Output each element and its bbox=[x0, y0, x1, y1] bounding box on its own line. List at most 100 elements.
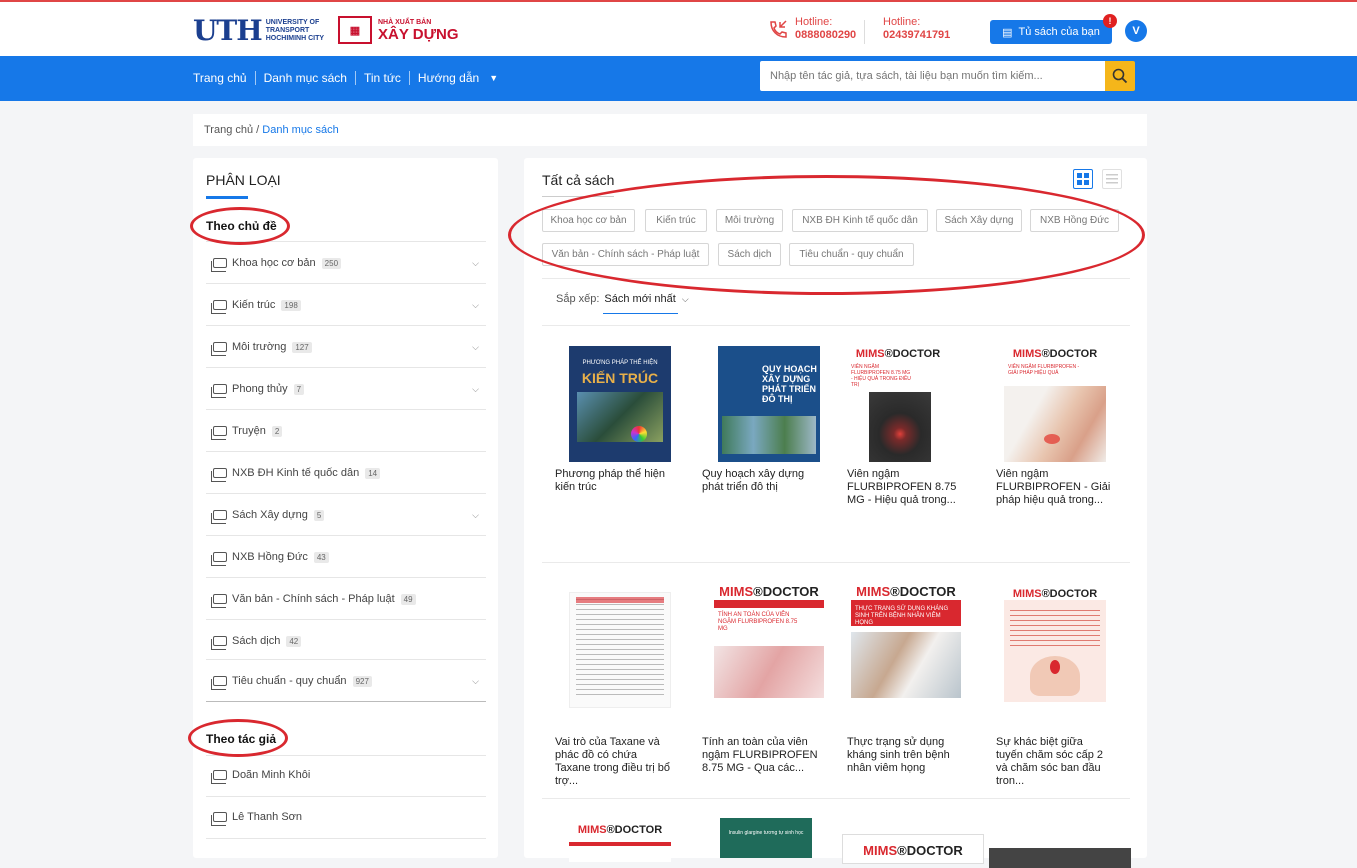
chevron-down-icon[interactable]: ⌵ bbox=[472, 342, 479, 353]
chevron-down-icon[interactable]: ⌵ bbox=[472, 510, 479, 521]
nav-separator bbox=[408, 71, 410, 85]
category-item[interactable]: NXB ĐH Kinh tế quốc dân 14 bbox=[211, 463, 485, 483]
nav-guide[interactable]: Hướng dẫn bbox=[418, 71, 479, 85]
book-cover[interactable]: MIMS®DOCTOR bbox=[569, 822, 671, 862]
caret-down-icon[interactable]: ▼ bbox=[489, 73, 498, 83]
folder-icon bbox=[211, 258, 227, 272]
book-cover[interactable]: MIMS®DOCTOR bbox=[1004, 586, 1106, 702]
annotation-oval bbox=[190, 207, 290, 245]
book-title[interactable]: Quy hoạch xây dựng phát triển đô thị bbox=[702, 468, 818, 494]
chevron-down-icon[interactable]: ⌵ bbox=[472, 676, 479, 687]
nxb-logo[interactable]: ▦ NHÀ XUẤT BẢN XÂY DỰNG bbox=[338, 16, 459, 44]
chevron-down-icon[interactable]: ⌵ bbox=[472, 258, 479, 269]
category-item[interactable]: Sách dịch 42 bbox=[211, 631, 485, 651]
bookshelf-button[interactable]: ▤ Tủ sách của bạn bbox=[990, 20, 1112, 44]
user-avatar[interactable]: V bbox=[1125, 20, 1147, 42]
folder-icon bbox=[211, 300, 227, 314]
divider bbox=[206, 367, 486, 368]
category-item[interactable]: NXB Hồng Đức 43 bbox=[211, 547, 485, 567]
book-cover[interactable]: QUY HOẠCH XÂY DỰNG PHÁT TRIỂN ĐÔ THỊ bbox=[718, 346, 820, 462]
folder-icon bbox=[211, 770, 227, 784]
nav-home[interactable]: Trang chủ bbox=[193, 71, 247, 85]
category-label: Tiêu chuẩn - quy chuẩn bbox=[232, 675, 347, 687]
divider bbox=[206, 838, 486, 839]
folder-icon bbox=[211, 552, 227, 566]
book-title[interactable]: Tính an toàn của viên ngậm FLURBIPROFEN … bbox=[702, 736, 818, 775]
sort-dropdown[interactable]: Sắp xếp: Sách mới nhất ⌵ bbox=[556, 293, 689, 305]
hotline-1[interactable]: Hotline: 0888080290 bbox=[795, 16, 856, 42]
list-view-button[interactable] bbox=[1102, 169, 1122, 189]
nav-separator bbox=[254, 71, 256, 85]
breadcrumb-home[interactable]: Trang chủ bbox=[204, 124, 253, 136]
divider bbox=[206, 796, 486, 797]
folder-icon bbox=[211, 636, 227, 650]
category-label: Phong thủy bbox=[232, 383, 288, 395]
grid-view-button[interactable] bbox=[1073, 169, 1093, 189]
category-count: 127 bbox=[292, 341, 312, 353]
list-icon bbox=[1106, 174, 1118, 184]
book-cover[interactable]: MIMS®DOCTOR TÍNH AN TOÀN CỦA VIÊN NGẬM F… bbox=[714, 582, 824, 698]
divider bbox=[206, 659, 486, 660]
book-title[interactable]: Phương pháp thể hiện kiến trúc bbox=[555, 468, 671, 494]
book-title[interactable]: Viên ngậm FLURBIPROFEN 8.75 MG - Hiệu qu… bbox=[847, 468, 963, 507]
category-item[interactable]: Tiêu chuẩn - quy chuẩn 927 ⌵ bbox=[211, 671, 485, 691]
chevron-down-icon[interactable]: ⌵ bbox=[472, 384, 479, 395]
book-cover[interactable] bbox=[989, 848, 1131, 868]
category-item[interactable]: Văn bản - Chính sách - Pháp luật 49 bbox=[211, 589, 485, 609]
folder-icon bbox=[211, 812, 227, 826]
search-icon bbox=[1112, 68, 1128, 84]
breadcrumb-current[interactable]: Danh mục sách bbox=[262, 124, 338, 136]
book-icon: ▤ bbox=[1002, 26, 1013, 39]
divider bbox=[206, 325, 486, 326]
book-title[interactable]: Vai trò của Taxane và phác đồ có chứa Ta… bbox=[555, 736, 671, 788]
nav-news[interactable]: Tin tức bbox=[364, 71, 401, 85]
category-count: 2 bbox=[271, 425, 283, 437]
category-item[interactable]: Môi trường 127 ⌵ bbox=[211, 337, 485, 357]
book-title[interactable]: Sự khác biệt giữa tuyến chăm sóc cấp 2 v… bbox=[996, 736, 1112, 788]
author-item[interactable]: Lê Thanh Sơn bbox=[211, 807, 485, 827]
category-count: 198 bbox=[281, 299, 301, 311]
book-cover[interactable]: MIMS®DOCTOR VIÊN NGẬM FLURBIPROFEN - GIẢ… bbox=[1004, 346, 1106, 462]
author-item[interactable]: Doãn Minh Khôi bbox=[211, 765, 485, 785]
author-label: Lê Thanh Sơn bbox=[232, 811, 303, 823]
book-cover[interactable] bbox=[569, 592, 671, 708]
category-item[interactable]: Sách Xây dựng 5 ⌵ bbox=[211, 505, 485, 525]
category-item[interactable]: Truyện 2 bbox=[211, 421, 485, 441]
book-cover[interactable]: MIMS®DOCTOR VIÊN NGẬM FLURBIPROFEN 8.75 … bbox=[847, 346, 949, 462]
main-title: Tất cả sách bbox=[542, 172, 615, 188]
book-cover[interactable]: MIMS®DOCTOR THỰC TRẠNG SỬ DỤNG KHÁNG SIN… bbox=[851, 582, 961, 698]
book-title[interactable]: Thực trạng sử dụng kháng sinh trên bệnh … bbox=[847, 736, 963, 775]
book-cover[interactable]: MIMS®DOCTOR bbox=[842, 834, 984, 864]
main-navbar: Trang chủ Danh mục sách Tin tức Hướng dẫ… bbox=[0, 56, 1357, 101]
category-item[interactable]: Khoa học cơ bản 250 ⌵ bbox=[211, 253, 485, 273]
grid-icon bbox=[1077, 173, 1089, 185]
chevron-down-icon[interactable]: ⌵ bbox=[472, 300, 479, 311]
book-cover[interactable]: PHƯƠNG PHÁP THỂ HIỆN KIẾN TRÚC bbox=[569, 346, 671, 462]
sort-underline bbox=[603, 313, 678, 314]
nav-catalog[interactable]: Danh mục sách bbox=[264, 71, 347, 85]
category-item[interactable]: Kiến trúc 198 ⌵ bbox=[211, 295, 485, 315]
folder-icon bbox=[211, 384, 227, 398]
search-button[interactable] bbox=[1105, 61, 1135, 91]
divider bbox=[206, 409, 486, 410]
category-count: 7 bbox=[293, 383, 305, 395]
folder-icon bbox=[211, 468, 227, 482]
hotline-label: Hotline: bbox=[795, 16, 833, 28]
nav-separator bbox=[354, 71, 356, 85]
uth-logo[interactable]: UTH UNIVERSITY OF TRANSPORT HOCHIMINH CI… bbox=[193, 16, 330, 46]
folder-icon bbox=[211, 510, 227, 524]
divider bbox=[206, 283, 486, 284]
book-title[interactable]: Viên ngậm FLURBIPROFEN - Giải pháp hiệu … bbox=[996, 468, 1112, 507]
folder-icon bbox=[211, 426, 227, 440]
folder-icon bbox=[211, 676, 227, 690]
notification-badge: ! bbox=[1103, 14, 1117, 28]
divider bbox=[206, 577, 486, 578]
nxb-logo-big: XÂY DỰNG bbox=[378, 25, 459, 43]
book-cover[interactable]: Insulin glargine tương tự sinh học bbox=[720, 818, 812, 858]
hotline-2[interactable]: Hotline: 02439741791 bbox=[883, 16, 950, 42]
uth-logo-mark: UTH bbox=[193, 14, 263, 47]
category-item[interactable]: Phong thủy 7 ⌵ bbox=[211, 379, 485, 399]
search-input[interactable] bbox=[760, 61, 1105, 91]
category-label: Văn bản - Chính sách - Pháp luật bbox=[232, 593, 395, 605]
divider bbox=[206, 701, 486, 702]
